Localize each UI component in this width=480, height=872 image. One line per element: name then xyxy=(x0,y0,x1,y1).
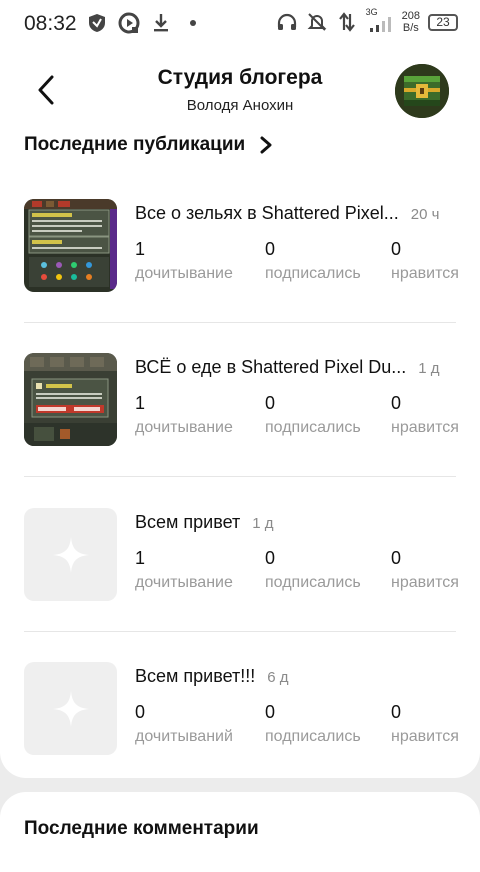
signal-icon: 3G xyxy=(366,7,394,33)
status-time: 08:32 xyxy=(24,12,77,35)
headphones-icon xyxy=(276,11,298,33)
comments-section-title[interactable]: Последние комментарии xyxy=(24,818,259,840)
stat-subscribed: 0 подписались xyxy=(265,548,361,592)
stat-label: дочитывание xyxy=(135,574,233,591)
divider xyxy=(24,476,456,477)
network-speed: 208 B/s xyxy=(402,10,420,34)
publication-thumbnail xyxy=(24,662,117,755)
publication-time: 1 д xyxy=(252,515,274,532)
stat-value: 0 xyxy=(135,702,146,722)
media-icon xyxy=(118,12,140,34)
stat-likes: 0 нравится xyxy=(391,702,459,746)
speed-value: 208 xyxy=(401,10,420,22)
chevron-right-icon xyxy=(260,136,272,154)
stat-value: 0 xyxy=(265,548,276,568)
stat-likes: 0 нравится xyxy=(391,393,459,437)
publication-time: 20 ч xyxy=(410,206,440,223)
stat-value: 0 xyxy=(265,702,276,722)
stat-subscribed: 0 подписались xyxy=(265,702,361,746)
stat-label: нравится xyxy=(391,265,459,282)
stat-likes: 0 нравится xyxy=(391,239,459,283)
stat-subscribed: 0 подписались xyxy=(265,393,361,437)
publication-title-row: Всем привет!!! 6 д xyxy=(135,666,460,687)
stat-label: нравится xyxy=(391,419,459,436)
avatar[interactable] xyxy=(395,64,449,118)
stat-subscribed: 0 подписались xyxy=(265,239,361,283)
divider xyxy=(24,631,456,632)
stat-label: подписались xyxy=(265,574,361,591)
sparkle-icon xyxy=(52,536,89,573)
publication-title-row: ВСЁ о еде в Shattered Pixel Du... 1 д xyxy=(135,357,460,378)
publications-section-title: Последние публикации xyxy=(24,134,246,155)
status-icons-right: 3G 208 B/s 23 xyxy=(276,7,458,34)
publication-item[interactable]: ВСЁ о еде в Shattered Pixel Du... 1 д 1 … xyxy=(24,353,459,475)
chest-icon xyxy=(395,64,449,118)
stat-value: 0 xyxy=(391,393,402,413)
publication-item[interactable]: Всем привет!!! 6 д 0 дочитываний 0 подпи… xyxy=(24,662,459,784)
publication-thumbnail xyxy=(24,199,117,292)
dot-icon xyxy=(182,12,204,34)
sparkle-icon xyxy=(52,690,89,727)
network-type: 3G xyxy=(365,7,378,17)
publication-item[interactable]: Все о зельях в Shattered Pixel... 20 ч 1… xyxy=(24,199,459,321)
publication-title: Всем привет xyxy=(135,512,241,532)
publication-time: 1 д xyxy=(418,360,440,377)
comments-card: Последние комментарии xyxy=(0,792,480,872)
shield-icon xyxy=(86,12,108,34)
download-icon xyxy=(150,12,172,34)
publication-title: Всем привет!!! xyxy=(135,666,256,686)
stat-label: подписались xyxy=(265,728,361,745)
stat-reads: 1 дочитывание xyxy=(135,548,233,592)
publications-section-header[interactable]: Последние публикации xyxy=(24,134,273,156)
speed-unit: B/s xyxy=(402,22,419,34)
publication-title: ВСЁ о еде в Shattered Pixel Du... xyxy=(135,357,407,377)
stat-value: 1 xyxy=(135,548,146,568)
stat-value: 0 xyxy=(265,393,276,413)
stat-value: 0 xyxy=(391,239,402,259)
publication-item[interactable]: Всем привет 1 д 1 дочитывание 0 подписал… xyxy=(24,508,459,630)
battery-indicator: 23 xyxy=(428,13,458,31)
stat-label: дочитывание xyxy=(135,419,233,436)
stat-reads: 0 дочитываний xyxy=(135,702,233,746)
stat-likes: 0 нравится xyxy=(391,548,459,592)
stat-label: подписались xyxy=(265,265,361,282)
status-bar: 08:32 3G 208 B/s 23 xyxy=(0,0,480,50)
data-arrows-icon xyxy=(336,11,358,33)
stat-label: дочитывание xyxy=(135,265,233,282)
stat-value: 0 xyxy=(265,239,276,259)
stat-value: 1 xyxy=(135,239,146,259)
stat-value: 0 xyxy=(391,548,402,568)
publication-title-row: Всем привет 1 д xyxy=(135,512,460,533)
publication-title-row: Все о зельях в Shattered Pixel... 20 ч xyxy=(135,203,460,224)
publication-thumbnail xyxy=(24,508,117,601)
stat-label: нравится xyxy=(391,574,459,591)
stat-label: дочитываний xyxy=(135,728,233,745)
publication-thumbnail xyxy=(24,353,117,446)
bell-muted-icon xyxy=(306,11,328,33)
stat-reads: 1 дочитывание xyxy=(135,239,233,283)
stat-label: нравится xyxy=(391,728,459,745)
publication-title: Все о зельях в Shattered Pixel... xyxy=(135,203,399,223)
divider xyxy=(24,322,456,323)
stat-reads: 1 дочитывание xyxy=(135,393,233,437)
status-icons-left xyxy=(86,12,204,34)
stat-value: 0 xyxy=(391,702,402,722)
publication-time: 6 д xyxy=(267,669,289,686)
stat-value: 1 xyxy=(135,393,146,413)
stat-label: подписались xyxy=(265,419,361,436)
